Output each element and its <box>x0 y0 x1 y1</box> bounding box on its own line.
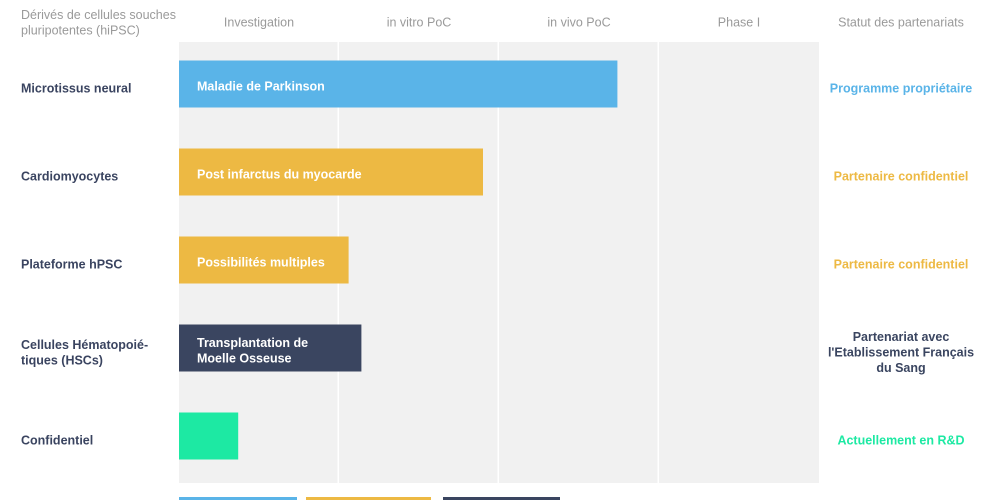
progress-bar-5 <box>179 412 239 460</box>
stage-header-4: Phase I <box>718 16 760 30</box>
stage-header-3: in vivo PoC <box>547 16 610 30</box>
row-label-4: Cellules Hématopoié-tiques (HSCs) <box>21 338 148 368</box>
stage-column-3 <box>499 42 658 483</box>
stage-header-1: Investigation <box>224 16 294 30</box>
bar-label-4: Transplantation de Moelle Osseuse <box>197 336 308 366</box>
status-text-3: Partenaire confidentiel <box>834 258 969 272</box>
row-label-1: Microtissus neural <box>21 82 131 96</box>
status-text-4: Partenariat avec l'Etablissement Français… <box>828 330 974 375</box>
bar-label-3: Possibilités multiples <box>197 256 325 270</box>
status-text-2: Partenaire confidentiel <box>834 170 969 184</box>
row-header: Dérivés de cellules souches pluripotentes… <box>21 8 176 38</box>
bar-label-2: Post infarctus du myocarde <box>197 168 362 182</box>
stage-column-4 <box>659 42 819 483</box>
bar-label-1: Maladie de Parkinson <box>197 80 325 94</box>
row-label-3: Plateforme hPSC <box>21 258 122 272</box>
stage-column-2 <box>339 42 498 483</box>
pipeline-chart: Dérivés de cellules souches pluripotentes… <box>21 8 974 500</box>
row-label-2: Cardiomyocytes <box>21 170 118 184</box>
status-text-1: Programme propriétaire <box>830 82 972 96</box>
row-label-5: Confidentiel <box>21 434 93 448</box>
status-header: Statut des partenariats <box>838 16 964 30</box>
stage-header-2: in vitro PoC <box>387 16 452 30</box>
status-text-5: Actuellement en R&D <box>837 434 964 448</box>
